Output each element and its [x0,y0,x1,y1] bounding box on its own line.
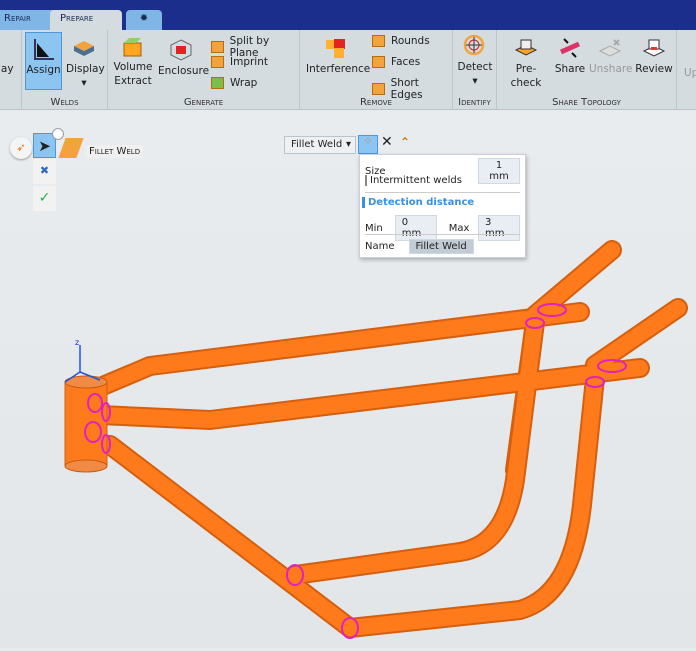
review-icon [642,39,666,57]
short-edges-icon [372,83,385,95]
wrap-button[interactable]: Wrap [211,77,257,89]
rounds-button[interactable]: Rounds [372,35,430,47]
faces-button[interactable]: Faces [372,56,420,68]
share-label: Share [554,63,586,75]
toolbar-handle[interactable] [52,128,64,140]
chevron-down-icon: ▾ [345,139,351,150]
review-label: Review [635,63,673,75]
group-generate: Volume Extract Enclosure Split by Plane … [108,30,300,110]
collapse-up-icon[interactable]: ⌃ [400,135,410,149]
partial-button-label[interactable]: lay [0,62,14,76]
fillet-weld-icon [33,39,54,60]
intermittent-welds-option[interactable]: Intermittent welds [365,175,520,186]
detection-label: Detection distance [368,197,475,208]
gear-bug-icon: ✹ [139,13,149,24]
precheck-icon [514,39,538,56]
precheck-button[interactable]: Pre-check [503,36,549,90]
interference-button[interactable]: Interference [306,36,370,76]
split-icon [211,41,224,53]
group-welds: Assign Display ▾ Welds [22,30,108,110]
enclosure-button[interactable]: Enclosure [158,38,209,78]
display-button[interactable]: Display ▾ [66,36,105,90]
share-button[interactable]: Share [553,36,587,76]
tab-prepare[interactable]: Prepare [50,10,122,30]
name-field[interactable]: Fillet Weld [408,239,474,254]
imprint-icon [211,56,224,68]
group-label: Remove [359,97,392,108]
unshare-label: Unshare [589,63,633,75]
unshare-button[interactable]: Unshare [589,36,633,76]
name-label: Name [365,241,395,252]
close-icon[interactable]: ✕ [381,134,393,150]
interference-label: Interference [306,63,371,75]
share-icon [559,38,581,58]
dots-icon: ⁘ [363,136,373,147]
tab-misc[interactable]: ✹ [126,10,162,30]
cursor-arrow-icon: ➤ [38,137,51,155]
partial-right-button[interactable]: Up [684,66,696,80]
detect-button[interactable]: Detect ▾ [455,34,495,88]
enclosure-label: Enclosure [158,65,210,77]
volume-extract-icon [123,38,142,57]
imprint-button[interactable]: Imprint [211,56,268,68]
deselect-button[interactable]: ✖ [33,159,56,184]
complete-button[interactable]: ✓ [33,186,56,211]
detect-label: Detect [457,61,493,73]
precheck-label: Pre-check [510,63,542,89]
enclosure-icon [170,39,192,61]
group-label: Identify [458,97,491,108]
wrap-icon [211,77,224,89]
bike-frame-model[interactable]: z [0,111,696,648]
group-remove: Interference Rounds Faces Short Edges Re… [300,30,453,110]
weld-type-dropdown[interactable]: Fillet Weld ▾ [284,136,356,154]
review-button[interactable]: Review [635,36,673,76]
tool-title: Fillet Weld [86,145,144,158]
wrap-label: Wrap [230,77,258,89]
min-field[interactable]: 0 mm [394,215,437,241]
detect-target-icon [463,34,485,56]
detection-distance-section[interactable]: Detection distance [362,197,520,208]
svg-text:z: z [75,338,79,347]
checkmark-icon: ✓ [38,190,51,206]
faces-label: Faces [391,56,421,68]
group-label: Generate [183,97,224,108]
chevron-down-icon: ▾ [81,77,87,89]
volume-extract-button[interactable]: Volume Extract [112,34,154,88]
3d-viewport[interactable]: z [0,111,696,648]
tab-label: Prepare [60,13,94,24]
dropdown-value: Fillet Weld [291,139,343,150]
unshare-icon [598,39,622,57]
select-mode-icon[interactable]: ➶ [10,137,32,159]
display-label: Display [66,63,105,75]
assign-button[interactable]: Assign [25,32,62,90]
rounds-icon [372,35,385,47]
group-share-topology: Pre-check Share Unshare Review Share Top… [497,30,677,110]
group-identify: Detect ▾ Identify [453,30,497,110]
group-label: Share Topology [552,97,621,108]
cursor-cross-icon: ✖ [39,164,50,177]
assign-label: Assign [26,64,61,76]
detect-options-button[interactable]: ⁘ [358,135,378,154]
min-label: Min [365,222,383,234]
ribbon: lay Assign Display ▾ Welds Volume Extract… [0,30,696,110]
intermittent-label: Intermittent welds [370,175,462,186]
rounds-label: Rounds [391,35,430,47]
faces-icon [372,56,385,68]
imprint-label: Imprint [230,56,268,68]
group-label: Welds [50,97,79,108]
max-field[interactable]: 3 mm [478,215,520,241]
volume-extract-label: Volume Extract [113,61,153,87]
tab-label: Repair [4,13,31,24]
interference-icon [326,39,345,58]
group-partial: lay [0,30,22,110]
display-icon [74,41,94,56]
chevron-down-icon: ▾ [472,75,478,87]
options-panel: Size 1 mm Intermittent welds Detection di… [359,154,526,258]
max-label: Max [448,222,470,234]
